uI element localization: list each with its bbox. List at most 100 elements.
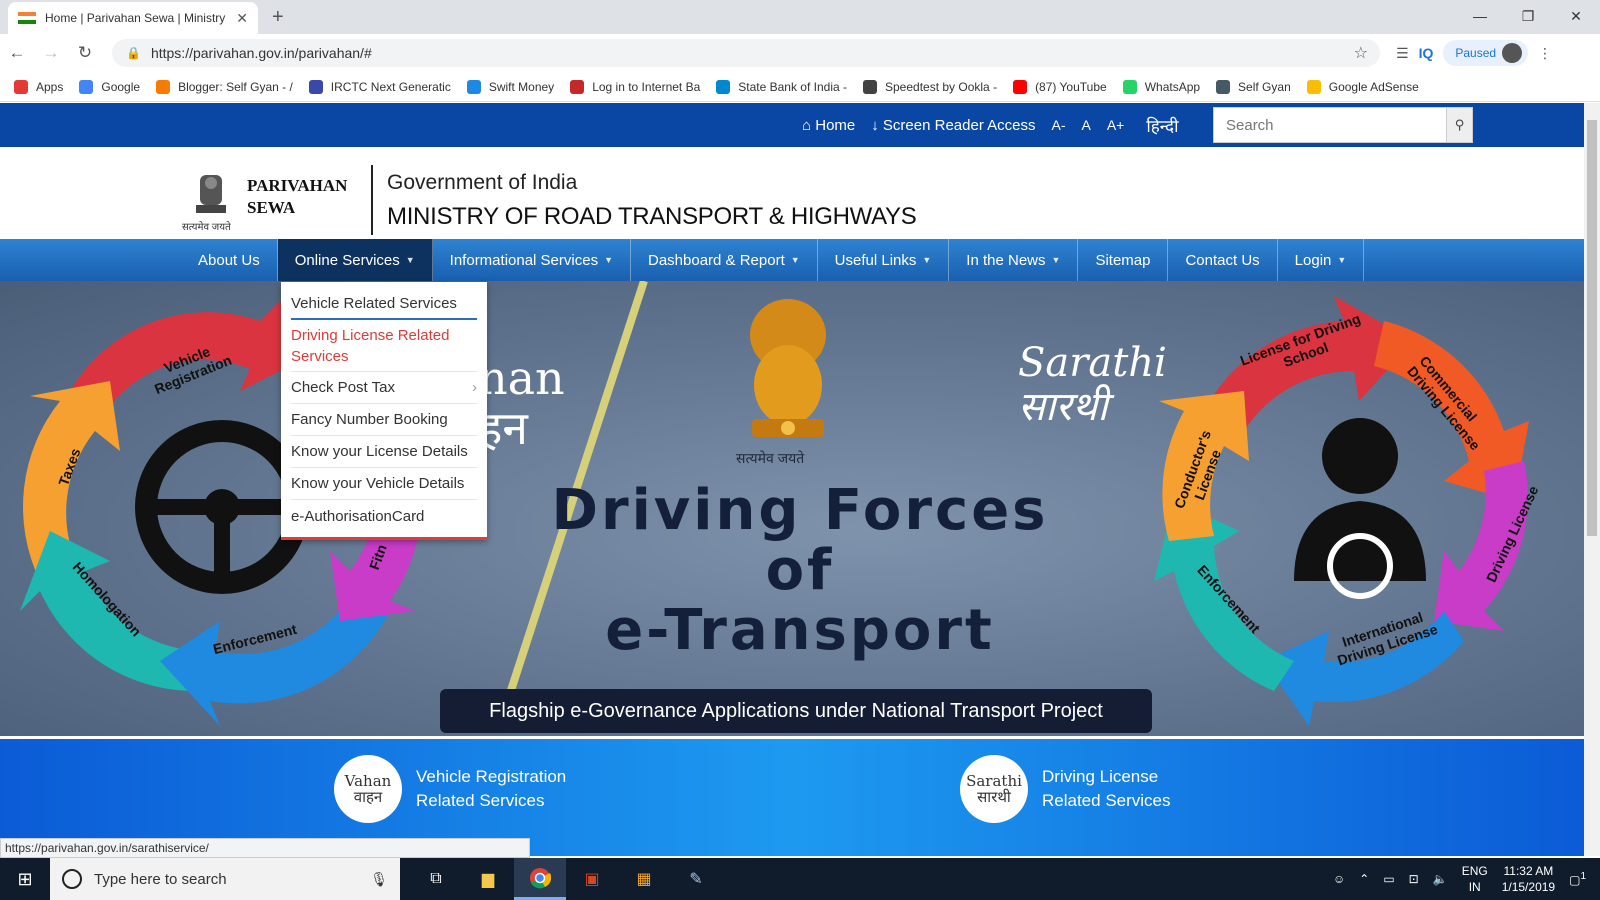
paint-app-icon[interactable]: ✎	[670, 858, 722, 900]
dropdown-item[interactable]: Driving License Related Services	[291, 320, 477, 372]
bookmark-label: Blogger: Self Gyan - /	[178, 79, 293, 94]
dropdown-item[interactable]: Fancy Number Booking	[291, 404, 477, 436]
nav-item-label: Contact Us	[1185, 251, 1260, 269]
bookmark-item[interactable]: IRCTC Next Generatic	[308, 79, 451, 94]
search-input[interactable]	[1214, 108, 1446, 142]
nav-item-about-us[interactable]: About Us	[181, 239, 278, 281]
menu-kebab-icon[interactable]: ⋮	[1538, 45, 1552, 62]
site-header: सत्यमेव जयते PARIVAHAN SEWA Government o…	[0, 147, 1584, 239]
forward-icon[interactable]: →	[34, 43, 68, 63]
profile-button[interactable]: Paused	[1443, 40, 1529, 66]
nav-item-useful-links[interactable]: Useful Links ▼	[818, 239, 950, 281]
bookmark-item[interactable]: Speedtest by Ookla -	[863, 79, 997, 94]
minimize-button[interactable]: —	[1456, 0, 1504, 32]
file-explorer-icon[interactable]: ▆	[462, 858, 514, 900]
home-link[interactable]: ⌂ Home	[802, 117, 855, 134]
new-tab-button[interactable]: +	[272, 6, 284, 29]
vahan-service-card[interactable]: Vahan वाहन Vehicle Registration Related …	[334, 755, 566, 823]
battery-icon[interactable]: ▭	[1383, 872, 1394, 886]
show-hidden-icons[interactable]: ⌃	[1359, 872, 1369, 886]
bookmark-item[interactable]: WhatsApp	[1122, 79, 1200, 94]
people-icon[interactable]: ☺	[1333, 872, 1345, 886]
bookmark-item[interactable]: Apps	[14, 79, 63, 94]
hindi-link[interactable]: हिन्दी	[1146, 114, 1178, 137]
scrollbar-thumb[interactable]	[1587, 120, 1597, 536]
back-icon[interactable]: ←	[0, 43, 34, 63]
dropdown-item[interactable]: Know your License Details	[291, 436, 477, 468]
bookmark-label: Self Gyan	[1238, 79, 1291, 94]
caret-down-icon: ▼	[1051, 255, 1061, 265]
dropdown-item[interactable]: Check Post Tax ›	[291, 372, 477, 404]
bookmark-item[interactable]: Log in to Internet Ba	[570, 79, 700, 94]
close-window-button[interactable]: ✕	[1552, 0, 1600, 32]
site-search: ⚲	[1213, 107, 1473, 143]
sarathi-service-logo: Sarathi सारथी	[960, 755, 1028, 823]
bookmark-favicon-icon	[156, 79, 171, 94]
bookmark-label: (87) YouTube	[1035, 79, 1107, 94]
browser-tab[interactable]: Home | Parivahan Sewa | Ministry ✕	[8, 2, 258, 34]
ashoka-emblem-icon	[750, 299, 826, 437]
nav-item-informational-services[interactable]: Informational Services ▼	[433, 239, 631, 281]
windows-start-icon[interactable]: ⊞	[0, 858, 50, 900]
network-icon[interactable]: ⊡	[1409, 872, 1419, 886]
search-icon[interactable]: ⚲	[1446, 108, 1472, 142]
dropdown-item[interactable]: e-AuthorisationCard	[291, 500, 477, 532]
nav-item-sitemap[interactable]: Sitemap	[1078, 239, 1169, 281]
reload-icon[interactable]: ↻	[68, 43, 102, 63]
bookmark-favicon-icon	[1122, 79, 1137, 94]
notification-count: 1	[1580, 871, 1586, 882]
browser-tabstrip: Home | Parivahan Sewa | Ministry ✕ + — ❐…	[0, 0, 1600, 34]
reading-list-icon[interactable]: ☰	[1396, 45, 1409, 62]
nav-item-online-services[interactable]: Online Services ▼	[277, 239, 433, 281]
bookmark-star-icon[interactable]: ☆	[1354, 43, 1368, 63]
nav-item-label: Login	[1294, 251, 1332, 269]
nav-item-label: Informational Services	[449, 251, 599, 269]
close-tab-icon[interactable]: ✕	[236, 10, 248, 27]
page-scrollbar[interactable]	[1584, 103, 1600, 856]
vahan-logo: nan हन	[478, 353, 565, 453]
bookmark-item[interactable]: Google	[79, 79, 140, 94]
government-title: Government of India	[387, 171, 578, 194]
bookmark-label: State Bank of India -	[738, 79, 847, 94]
font-decrease-button[interactable]: A-	[1052, 117, 1066, 133]
sarathi-service-card[interactable]: Sarathi सारथी Driving License Related Se…	[960, 755, 1171, 823]
status-bar-url: https://parivahan.gov.in/sarathiservice/	[0, 838, 530, 858]
font-increase-button[interactable]: A+	[1107, 117, 1125, 133]
nav-item-login[interactable]: Login ▼	[1278, 239, 1365, 281]
bookmark-item[interactable]: (87) YouTube	[1013, 79, 1107, 94]
powerpoint-icon[interactable]: ▣	[566, 858, 618, 900]
bookmark-item[interactable]: Blogger: Self Gyan - /	[156, 79, 293, 94]
photos-app-icon[interactable]: ▦	[618, 858, 670, 900]
microphone-icon[interactable]: 🎙	[370, 871, 388, 888]
screen-reader-link[interactable]: ↓ Screen Reader Access	[871, 117, 1035, 134]
online-services-dropdown: Vehicle Related Services Driving License …	[281, 282, 487, 540]
taskbar-search[interactable]: Type here to search 🎙	[50, 858, 400, 900]
nav-item-dashboard-report[interactable]: Dashboard & Report ▼	[631, 239, 818, 281]
bookmark-item[interactable]: Google AdSense	[1306, 79, 1419, 94]
bookmark-favicon-icon	[1013, 79, 1028, 94]
bookmark-item[interactable]: Swift Money	[466, 79, 554, 94]
dropdown-item-label: Check Post Tax	[291, 379, 395, 396]
chrome-icon[interactable]	[514, 858, 566, 900]
nav-item-label: Online Services	[294, 251, 400, 269]
bookmark-item[interactable]: State Bank of India -	[716, 79, 847, 94]
nav-item-contact-us[interactable]: Contact Us	[1168, 239, 1278, 281]
brand-name[interactable]: PARIVAHAN SEWA	[247, 175, 347, 219]
task-view-icon[interactable]: ⧉	[410, 858, 462, 900]
bookmark-favicon-icon	[1216, 79, 1231, 94]
system-clock[interactable]: 11:32 AM 1/15/2019	[1502, 863, 1555, 895]
volume-icon[interactable]: 🔈	[1433, 872, 1448, 886]
address-bar[interactable]: 🔒 https://parivahan.gov.in/parivahan/# ☆	[112, 39, 1380, 67]
font-normal-button[interactable]: A	[1082, 117, 1091, 133]
iq-extension-icon[interactable]: IQ	[1419, 45, 1434, 61]
caret-down-icon: ▼	[922, 255, 932, 265]
bookmark-item[interactable]: Self Gyan	[1216, 79, 1291, 94]
dropdown-item[interactable]: Know your Vehicle Details	[291, 468, 477, 500]
nav-item-in-the-news[interactable]: In the News ▼	[949, 239, 1079, 281]
maximize-button[interactable]: ❐	[1504, 0, 1552, 32]
site-top-bar: ⌂ Home ↓ Screen Reader Access A- A A+ हि…	[0, 103, 1584, 147]
cortana-icon	[62, 869, 82, 889]
input-language[interactable]: ENG IN	[1462, 863, 1488, 895]
notification-center-icon[interactable]: ▢1	[1569, 871, 1586, 887]
dropdown-item[interactable]: Vehicle Related Services	[291, 288, 477, 320]
